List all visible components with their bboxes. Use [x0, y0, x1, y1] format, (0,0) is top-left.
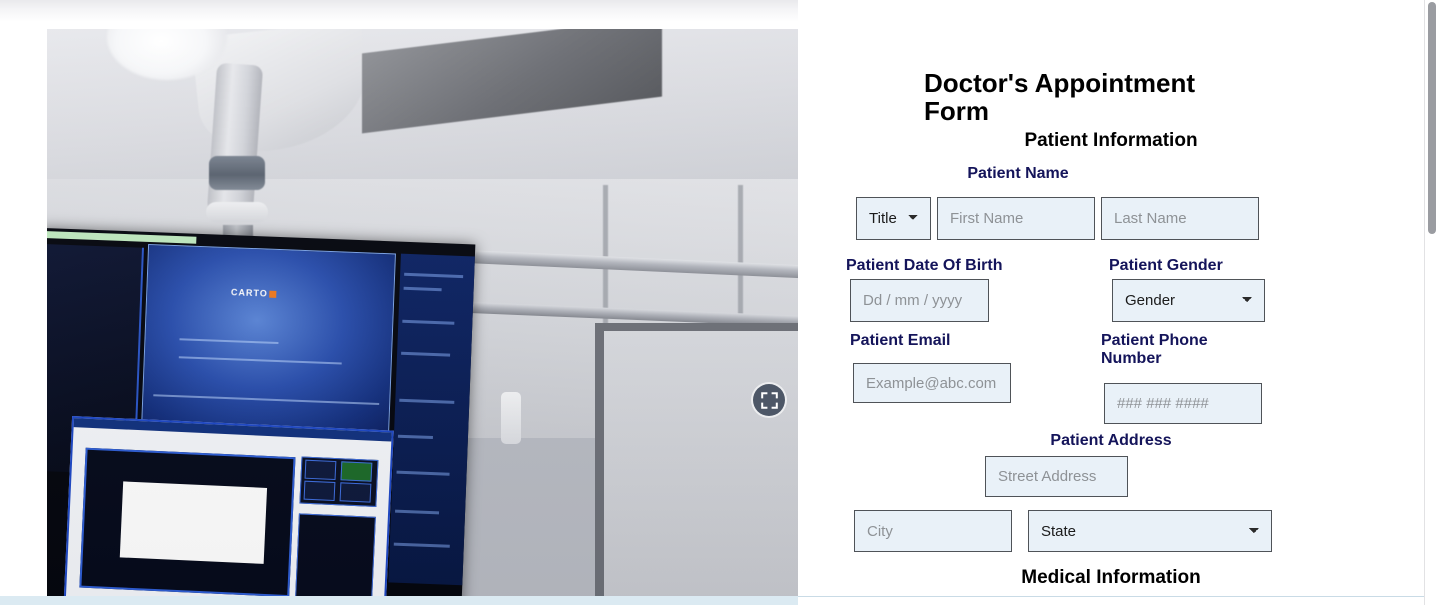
photo-window-canvas [119, 482, 268, 565]
label-patient-gender: Patient Gender [1109, 257, 1223, 274]
section-heading-medical-information: Medical Information [1021, 567, 1201, 588]
last-name-input[interactable] [1101, 197, 1259, 240]
photo-door-handle [501, 391, 522, 444]
photo-window-body [79, 448, 296, 598]
photo-sidebar-row [399, 398, 455, 404]
photo-screen-window [63, 416, 395, 605]
section-heading-patient-information: Patient Information [1024, 130, 1198, 152]
form-panel: Doctor's Appointment Form Patient Inform… [798, 0, 1424, 605]
photo-screen-line [152, 395, 380, 406]
photo-sidebar-row [404, 273, 464, 279]
label-patient-phone: Patient Phone Number [1101, 332, 1208, 368]
photo-doorway [595, 322, 798, 605]
expand-image-button[interactable] [751, 382, 787, 418]
first-name-input[interactable] [937, 197, 1095, 240]
photo-monitor-sidebar [387, 253, 475, 586]
scrollbar-thumb[interactable] [1428, 2, 1436, 234]
photo-sidebar-row [394, 510, 440, 516]
city-input[interactable] [854, 510, 1012, 552]
photo-thumb [304, 460, 337, 481]
email-input[interactable] [853, 363, 1011, 403]
photo-sidebar-row [393, 543, 451, 549]
photo-screen-line [179, 338, 279, 345]
date-of-birth-input[interactable] [850, 279, 989, 322]
photo-screen-line [179, 356, 342, 366]
carto-logo-mark [269, 290, 277, 299]
page-scrollbar[interactable] [1424, 0, 1440, 605]
page-title: Doctor's Appointment Form [924, 68, 1195, 126]
photo-thumb [340, 461, 373, 482]
patient-name-row: Title [856, 197, 1265, 240]
photo-thumb [339, 483, 372, 503]
room-photo: CARTO [47, 29, 798, 605]
section-divider [798, 596, 1424, 597]
label-date-of-birth: Patient Date Of Birth [846, 257, 1003, 274]
photo-sidebar-row [396, 470, 450, 476]
photo-monitor-green-strip [47, 231, 197, 245]
fullscreen-icon [760, 391, 778, 409]
label-patient-name: Patient Name [967, 165, 1069, 182]
state-select[interactable]: State [1028, 510, 1272, 552]
appointment-form-page: CARTO Doctor's Appointment Form Patient … [0, 0, 1440, 605]
photo-sidebar-row [397, 434, 434, 440]
photo-thumb [303, 481, 336, 502]
bottom-band [0, 596, 798, 605]
photo-window-side-panel [295, 513, 376, 602]
photo-carto-logo: CARTO [231, 287, 277, 299]
street-address-input[interactable] [985, 456, 1128, 497]
photo-boom-collar [206, 201, 269, 222]
phone-input[interactable] [1104, 383, 1262, 424]
gender-select[interactable]: Gender [1112, 279, 1265, 322]
photo-sidebar-row [402, 319, 455, 325]
photo-sidebar-row [400, 352, 450, 358]
label-patient-address: Patient Address [1050, 432, 1172, 449]
photo-boom-joint [209, 155, 266, 190]
title-select[interactable]: Title [856, 197, 931, 240]
label-patient-email: Patient Email [850, 332, 951, 349]
photo-monitor: CARTO [47, 228, 475, 605]
photo-monitor-main-pane: CARTO [141, 244, 397, 434]
photo-sidebar-row [403, 286, 443, 292]
photo-window-thumb-grid [299, 456, 379, 508]
media-panel: CARTO [47, 29, 798, 605]
carto-logo-text: CARTO [230, 287, 268, 299]
